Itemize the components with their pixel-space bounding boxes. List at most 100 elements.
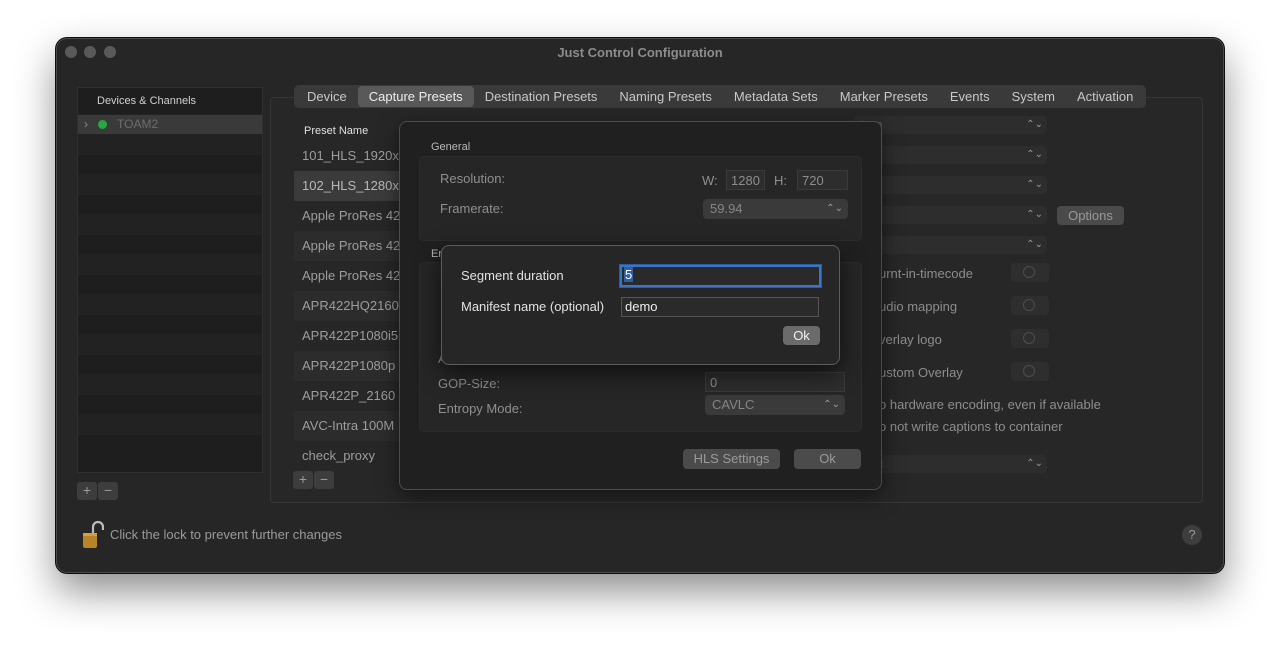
updown-arrow-icon: ⌃⌄ [823, 399, 840, 410]
empty-row [78, 154, 262, 174]
disclosure-chevron-icon[interactable]: › [84, 115, 88, 134]
options-button[interactable]: Options [1057, 206, 1124, 225]
segment-duration-input[interactable]: 5 [620, 265, 821, 287]
add-preset-button[interactable]: + [293, 471, 313, 489]
height-label: H: [774, 173, 787, 188]
empty-row [78, 194, 262, 214]
width-label: W: [702, 173, 718, 188]
no-hardware-encoding-option[interactable]: o hardware encoding, even if available [879, 397, 1101, 412]
overlay-logo-toggle[interactable] [1011, 329, 1049, 348]
updown-arrow-icon: ⌃⌄ [1026, 239, 1043, 250]
dialog-ok-button[interactable]: Ok [783, 326, 820, 345]
empty-row [78, 134, 262, 154]
tab-events[interactable]: Events [939, 86, 1001, 107]
height-input[interactable]: 720 [797, 170, 848, 190]
general-group-label: General [431, 141, 471, 153]
gop-size-input[interactable]: 0 [705, 372, 845, 392]
empty-row [78, 354, 262, 374]
config-window: Just Control Configuration Devices & Cha… [56, 38, 1224, 573]
tab-metadata-sets[interactable]: Metadata Sets [723, 86, 829, 107]
extra-select[interactable]: ⌃⌄ [853, 236, 1047, 254]
type-select[interactable]: tom⌃⌄ [853, 116, 1047, 134]
tab-system[interactable]: System [1001, 86, 1066, 107]
empty-row [78, 314, 262, 334]
empty-row [78, 394, 262, 414]
toggle-circle-icon [1023, 266, 1035, 278]
tab-activation[interactable]: Activation [1066, 86, 1144, 107]
segment-duration-value: 5 [624, 267, 634, 282]
gop-size-label: GOP-Size: [438, 376, 501, 391]
empty-row [78, 214, 262, 234]
preset-row[interactable]: APR422HQ2160 [294, 291, 404, 321]
empty-row [78, 234, 262, 254]
add-device-button[interactable]: + [77, 482, 97, 500]
preset-row-selected[interactable]: 102_HLS_1280x [294, 171, 404, 201]
preset-row[interactable]: check_proxy [294, 441, 404, 466]
preset-row[interactable]: Apple ProRes 42 [294, 201, 404, 231]
toggle-circle-icon [1023, 365, 1035, 377]
manifest-name-input[interactable]: demo [621, 297, 819, 317]
preset-row[interactable]: Apple ProRes 42 [294, 231, 404, 261]
empty-row [78, 274, 262, 294]
preset-row[interactable]: Apple ProRes 42 [294, 261, 404, 291]
lock-open-icon[interactable] [82, 520, 104, 550]
updown-arrow-icon: ⌃⌄ [826, 203, 843, 214]
format-select[interactable]: s⌃⌄ [853, 146, 1047, 164]
sidebar-header: Devices & Channels [97, 95, 197, 107]
framerate-select[interactable]: 59.94 ⌃⌄ [703, 199, 848, 219]
entropy-mode-label: Entropy Mode: [438, 401, 523, 416]
resolution-label: Resolution: [440, 171, 506, 186]
framerate-label: Framerate: [440, 201, 504, 216]
preset-list-header[interactable]: Preset Name [294, 121, 404, 141]
no-captions-option[interactable]: o not write captions to container [879, 419, 1063, 434]
tab-destination-presets[interactable]: Destination Presets [474, 86, 609, 107]
hls-settings-button[interactable]: HLS Settings [683, 449, 780, 469]
device-row[interactable]: › TOAM2 [78, 114, 262, 134]
manifest-name-label: Manifest name (optional) [461, 299, 605, 314]
preset-row[interactable]: APR422P1080p [294, 351, 404, 381]
entropy-mode-select[interactable]: CAVLC ⌃⌄ [705, 395, 845, 415]
updown-arrow-icon: ⌃⌄ [1026, 119, 1043, 130]
devices-sidebar: Devices & Channels › TOAM2 [77, 87, 263, 473]
burnt-in-timecode-toggle[interactable] [1011, 263, 1049, 282]
empty-row [78, 294, 262, 314]
updown-arrow-icon: ⌃⌄ [1026, 179, 1043, 190]
preset-row[interactable]: APR422P_2160 [294, 381, 404, 411]
preset-buttons: + − [293, 471, 335, 489]
status-dot-icon [98, 120, 107, 129]
lock-hint-text: Click the lock to prevent further change… [110, 527, 342, 542]
tab-marker-presets[interactable]: Marker Presets [829, 86, 939, 107]
rate-select[interactable]: 9⌃⌄ [853, 176, 1047, 194]
device-name: TOAM2 [117, 117, 159, 131]
empty-row [78, 414, 262, 434]
sheet-ok-button[interactable]: Ok [794, 449, 861, 469]
updown-arrow-icon: ⌃⌄ [1026, 149, 1043, 160]
remove-device-button[interactable]: − [98, 482, 118, 500]
tab-capture-presets[interactable]: Capture Presets [357, 86, 474, 107]
remove-preset-button[interactable]: − [314, 471, 334, 489]
updown-arrow-icon: ⌃⌄ [1026, 209, 1043, 220]
audio-mapping-toggle[interactable] [1011, 296, 1049, 315]
burnt-in-timecode-label: urnt-in-timecode [879, 266, 973, 281]
codec-select[interactable]: 64⌃⌄ [853, 206, 1047, 224]
window-title: Just Control Configuration [557, 45, 723, 60]
overlay-logo-label: verlay logo [879, 332, 942, 347]
audio-mapping-label: udio mapping [879, 299, 958, 314]
preset-row[interactable]: AVC-Intra 100M [294, 411, 404, 441]
width-input[interactable]: 1280 [726, 170, 765, 190]
tab-naming-presets[interactable]: Naming Presets [608, 86, 722, 107]
preset-row[interactable]: 101_HLS_1920x [294, 141, 404, 171]
help-button[interactable]: ? [1182, 525, 1202, 545]
empty-row [78, 434, 262, 454]
custom-overlay-label: ustom Overlay [879, 365, 963, 380]
title-bar: Just Control Configuration [57, 39, 1223, 67]
preset-row[interactable]: APR422P1080i5 [294, 321, 404, 351]
custom-overlay-toggle[interactable] [1011, 362, 1049, 381]
empty-row [78, 374, 262, 394]
tab-device[interactable]: Device [296, 86, 358, 107]
preset-list: Preset Name 101_HLS_1920x 102_HLS_1280x … [294, 121, 404, 466]
bottom-select[interactable]: ssic⌃⌄ [853, 455, 1047, 473]
toggle-circle-icon [1023, 332, 1035, 344]
framerate-value: 59.94 [710, 201, 743, 216]
empty-row [78, 174, 262, 194]
